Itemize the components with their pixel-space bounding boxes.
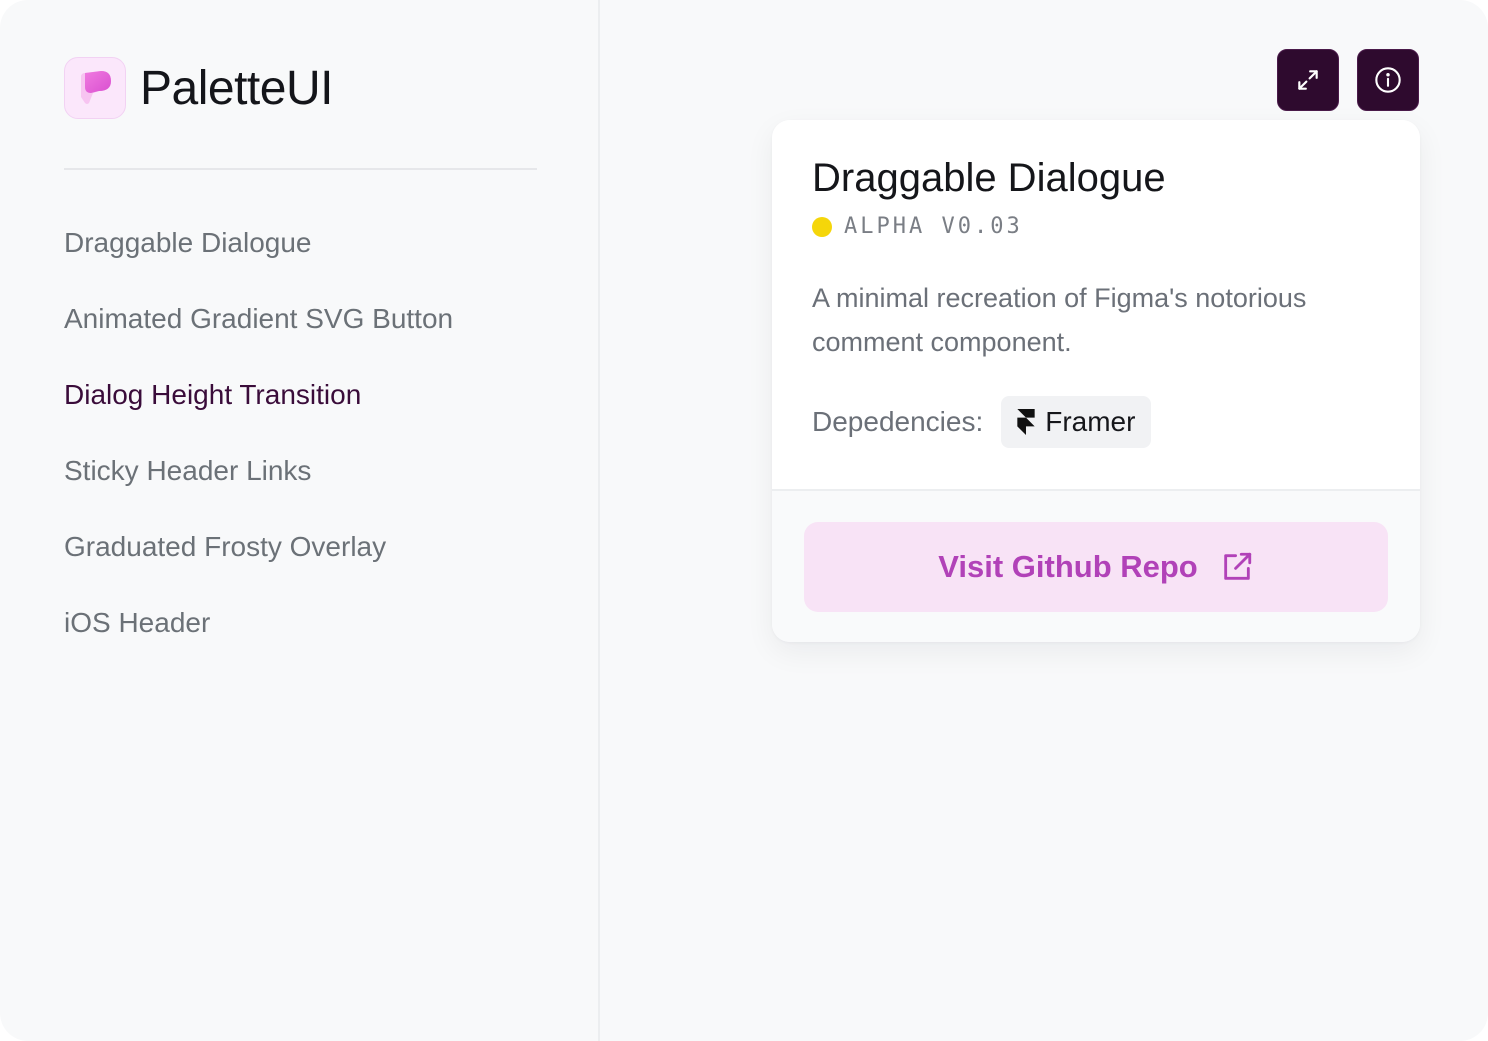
brand-name: PaletteUI — [140, 61, 333, 115]
dependencies-label: Depedencies: — [812, 406, 984, 437]
sidebar-divider — [64, 168, 537, 170]
info-button[interactable] — [1357, 49, 1419, 111]
card-description: A minimal recreation of Figma's notoriou… — [812, 283, 1307, 357]
sidebar: PaletteUI Draggable Dialogue Animated Gr… — [0, 0, 600, 1041]
sidebar-item-animated-gradient-svg-button[interactable]: Animated Gradient SVG Button — [64, 298, 453, 374]
dependency-chip-framer[interactable]: Framer — [1001, 396, 1152, 448]
status-text: ALPHA V0.03 — [844, 214, 1023, 239]
repo-button-label: Visit Github Repo — [938, 549, 1198, 584]
sidebar-item-dialog-height-transition[interactable]: Dialog Height Transition — [64, 374, 453, 450]
info-icon — [1374, 66, 1402, 94]
app-window: PaletteUI Draggable Dialogue Animated Gr… — [0, 0, 1488, 1041]
dependencies-row: Depedencies: Framer — [812, 396, 1152, 448]
sidebar-item-graduated-frosty-overlay[interactable]: Graduated Frosty Overlay — [64, 526, 453, 602]
dependency-name: Framer — [1045, 406, 1136, 437]
framer-icon — [1017, 409, 1035, 435]
expand-icon — [1295, 67, 1321, 93]
brand[interactable]: PaletteUI — [64, 57, 333, 119]
status-badge: ALPHA V0.03 — [812, 214, 1023, 239]
sidebar-item-ios-header[interactable]: iOS Header — [64, 602, 453, 678]
palette-logo-icon — [64, 57, 126, 119]
card-body: Draggable Dialogue ALPHA V0.03 A minimal… — [772, 120, 1420, 488]
sidebar-item-draggable-dialogue[interactable]: Draggable Dialogue — [64, 222, 453, 298]
visit-github-repo-button[interactable]: Visit Github Repo — [804, 522, 1388, 612]
component-card: Draggable Dialogue ALPHA V0.03 A minimal… — [772, 120, 1420, 642]
sidebar-nav: Draggable Dialogue Animated Gradient SVG… — [64, 222, 453, 678]
card-footer: Visit Github Repo — [772, 489, 1420, 642]
card-title: Draggable Dialogue — [812, 156, 1166, 200]
status-dot-icon — [812, 216, 832, 237]
external-link-icon — [1220, 550, 1254, 584]
expand-button[interactable] — [1277, 49, 1339, 111]
sidebar-item-sticky-header-links[interactable]: Sticky Header Links — [64, 450, 453, 526]
